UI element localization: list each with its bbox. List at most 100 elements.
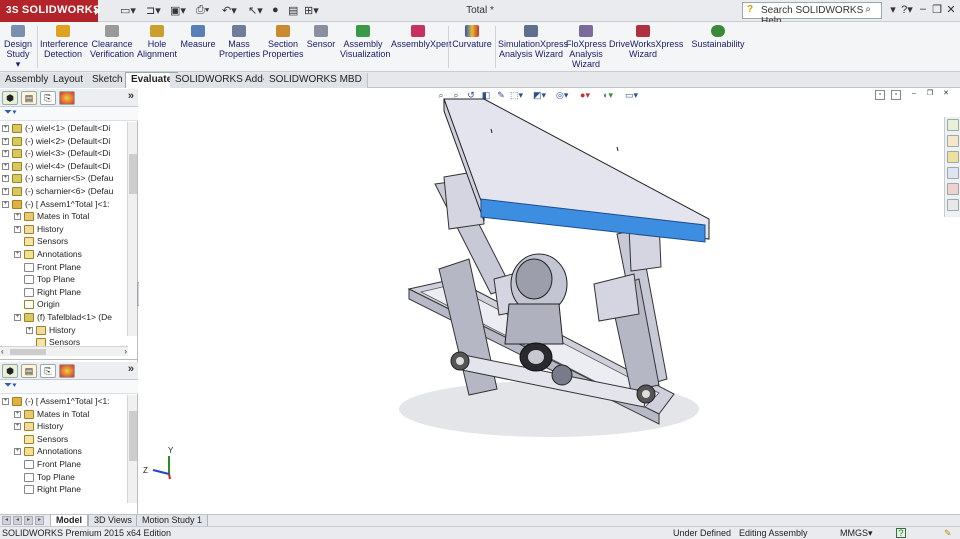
- tree-item[interactable]: + History: [0, 420, 128, 433]
- expand-icon[interactable]: +: [26, 326, 33, 334]
- tree-vertical-scrollbar[interactable]: [127, 395, 137, 503]
- expand-icon[interactable]: +: [14, 213, 21, 221]
- scrollbar-thumb[interactable]: [129, 154, 137, 194]
- print-icon[interactable]: ⎙▾: [196, 4, 209, 18]
- expand-chevron-icon[interactable]: »: [128, 363, 134, 375]
- expand-icon[interactable]: +: [2, 200, 9, 208]
- minimize-icon[interactable]: –: [916, 3, 930, 17]
- options-icon[interactable]: ⊞▾: [304, 4, 319, 18]
- view-palette-icon[interactable]: [947, 167, 959, 179]
- tree-item[interactable]: Top Plane: [0, 273, 128, 286]
- tree-item[interactable]: + (-) wiel<2> (Default<Di: [0, 135, 128, 148]
- undo-icon[interactable]: ↶▾: [222, 4, 237, 18]
- displaymanager-tab-icon[interactable]: [59, 364, 75, 378]
- tree-item[interactable]: + (-) scharnier<6> (Defau: [0, 185, 128, 198]
- customize-icon[interactable]: ✎: [944, 527, 952, 539]
- sustainability-button[interactable]: Sustainability: [690, 25, 746, 49]
- tree-item[interactable]: Front Plane: [0, 458, 128, 471]
- tab-layout[interactable]: Layout: [48, 73, 90, 88]
- help-icon[interactable]: ?▾: [900, 3, 914, 17]
- mass-properties-button[interactable]: Mass Properties: [219, 25, 260, 59]
- propertymanager-tab-icon[interactable]: ▤: [21, 364, 37, 378]
- expand-icon[interactable]: +: [2, 175, 9, 183]
- open-document-icon[interactable]: ⊐▾: [146, 4, 161, 18]
- featuremanager-tab-icon[interactable]: ⬢: [2, 364, 18, 378]
- scrollbar-thumb[interactable]: [129, 411, 137, 461]
- expand-icon[interactable]: +: [2, 137, 9, 145]
- file-explorer-icon[interactable]: [947, 151, 959, 163]
- driveworksxpress-button[interactable]: DriveWorksXpress Wizard: [609, 25, 683, 59]
- configurationmanager-tab-icon[interactable]: ⎘: [40, 91, 56, 105]
- design-study-button[interactable]: Design Study ▾: [2, 25, 34, 69]
- assembly-model[interactable]: Y Z: [139, 89, 960, 514]
- sensor-button[interactable]: Sensor: [306, 25, 336, 49]
- tree-item[interactable]: + History: [0, 324, 128, 337]
- solidworks-resources-icon[interactable]: [947, 119, 959, 131]
- expand-icon[interactable]: +: [2, 162, 9, 170]
- tree-vertical-scrollbar[interactable]: [127, 122, 137, 336]
- featuremanager-tab-icon[interactable]: ⬢: [2, 91, 18, 105]
- custom-properties-icon[interactable]: [947, 199, 959, 211]
- rebuild-icon[interactable]: ●: [272, 4, 279, 18]
- scroll-right-icon[interactable]: ›: [124, 347, 127, 356]
- design-library-icon[interactable]: [947, 135, 959, 147]
- restore-icon[interactable]: ❐: [930, 3, 944, 17]
- expand-icon[interactable]: +: [2, 398, 9, 405]
- tree-item[interactable]: Right Plane: [0, 286, 128, 299]
- search-dropdown-icon[interactable]: ▾: [886, 3, 900, 17]
- tree-item[interactable]: + (-) [ Assem1^Total ]<1:: [0, 198, 128, 211]
- tree-item[interactable]: + (-) wiel<1> (Default<Di: [0, 122, 128, 135]
- file-properties-icon[interactable]: ▤: [288, 4, 298, 18]
- simulationxpress-button[interactable]: SimulationXpress Analysis Wizard: [498, 25, 568, 59]
- tree-filter[interactable]: ⏷▾: [0, 107, 138, 121]
- menu-arrow-icon[interactable]: [95, 7, 100, 15]
- expand-icon[interactable]: +: [2, 150, 9, 158]
- tree-item[interactable]: Sensors: [0, 235, 128, 248]
- solidworks-logo[interactable]: 3S SOLIDWORKS: [0, 0, 100, 22]
- tree-item[interactable]: + (-) [ Assem1^Total ]<1:: [0, 395, 128, 408]
- propertymanager-tab-icon[interactable]: ▤: [21, 91, 37, 105]
- tab-assembly[interactable]: Assembly: [0, 73, 55, 88]
- close-icon[interactable]: ✕: [944, 3, 958, 17]
- new-document-icon[interactable]: ▭▾: [120, 4, 136, 18]
- tree-item[interactable]: Top Plane: [0, 471, 128, 484]
- save-icon[interactable]: ▣▾: [170, 4, 186, 18]
- tree-item[interactable]: + Annotations: [0, 445, 128, 458]
- expand-icon[interactable]: +: [14, 448, 21, 456]
- tree-item[interactable]: + Mates in Total: [0, 210, 128, 223]
- expand-icon[interactable]: +: [14, 225, 21, 233]
- configurationmanager-tab-icon[interactable]: ⎘: [40, 364, 56, 378]
- expand-icon[interactable]: +: [2, 125, 9, 132]
- curvature-button[interactable]: Curvature: [452, 25, 492, 49]
- help-status-icon[interactable]: ?: [896, 528, 906, 538]
- displaymanager-tab-icon[interactable]: [59, 91, 75, 105]
- expand-icon[interactable]: +: [14, 410, 21, 418]
- tree-item[interactable]: + (-) wiel<3> (Default<Di: [0, 147, 128, 160]
- section-properties-button[interactable]: Section Properties: [262, 25, 304, 59]
- tree-item[interactable]: Origin: [0, 298, 128, 311]
- search-icon[interactable]: ⌕: [865, 4, 871, 15]
- tree-item[interactable]: Sensors: [0, 433, 128, 446]
- expand-chevron-icon[interactable]: »: [128, 90, 134, 102]
- units-selector[interactable]: MMGS: [840, 527, 868, 539]
- tab-solidworks-mbd[interactable]: SOLIDWORKS MBD: [264, 73, 368, 88]
- prev-tab-arrow-icon[interactable]: ◂: [13, 516, 22, 525]
- scrollbar-thumb[interactable]: [10, 349, 46, 355]
- clearance-verification-button[interactable]: Clearance Verification: [90, 25, 134, 59]
- units-dropdown-icon[interactable]: ▾: [868, 527, 873, 539]
- hole-alignment-button[interactable]: Hole Alignment: [137, 25, 177, 59]
- expand-icon[interactable]: +: [14, 423, 21, 431]
- tree-item[interactable]: + (-) scharnier<5> (Defau: [0, 172, 128, 185]
- measure-button[interactable]: Measure: [180, 25, 216, 49]
- expand-icon[interactable]: +: [14, 313, 21, 321]
- floxpress-button[interactable]: FloXpress Analysis Wizard: [566, 25, 607, 69]
- assemblyxpert-button[interactable]: AssemblyXpert: [391, 25, 452, 49]
- last-tab-arrow-icon[interactable]: ▸: [35, 516, 44, 525]
- interference-detection-button[interactable]: Interference Detection: [40, 25, 88, 59]
- select-icon[interactable]: ↖▾: [248, 4, 263, 18]
- tree-item[interactable]: + Annotations: [0, 248, 128, 261]
- tree-filter[interactable]: ⏷▾: [0, 380, 138, 394]
- expand-icon[interactable]: +: [14, 250, 21, 258]
- next-tab-arrow-icon[interactable]: ▸: [24, 516, 33, 525]
- scroll-left-icon[interactable]: ‹: [1, 347, 4, 356]
